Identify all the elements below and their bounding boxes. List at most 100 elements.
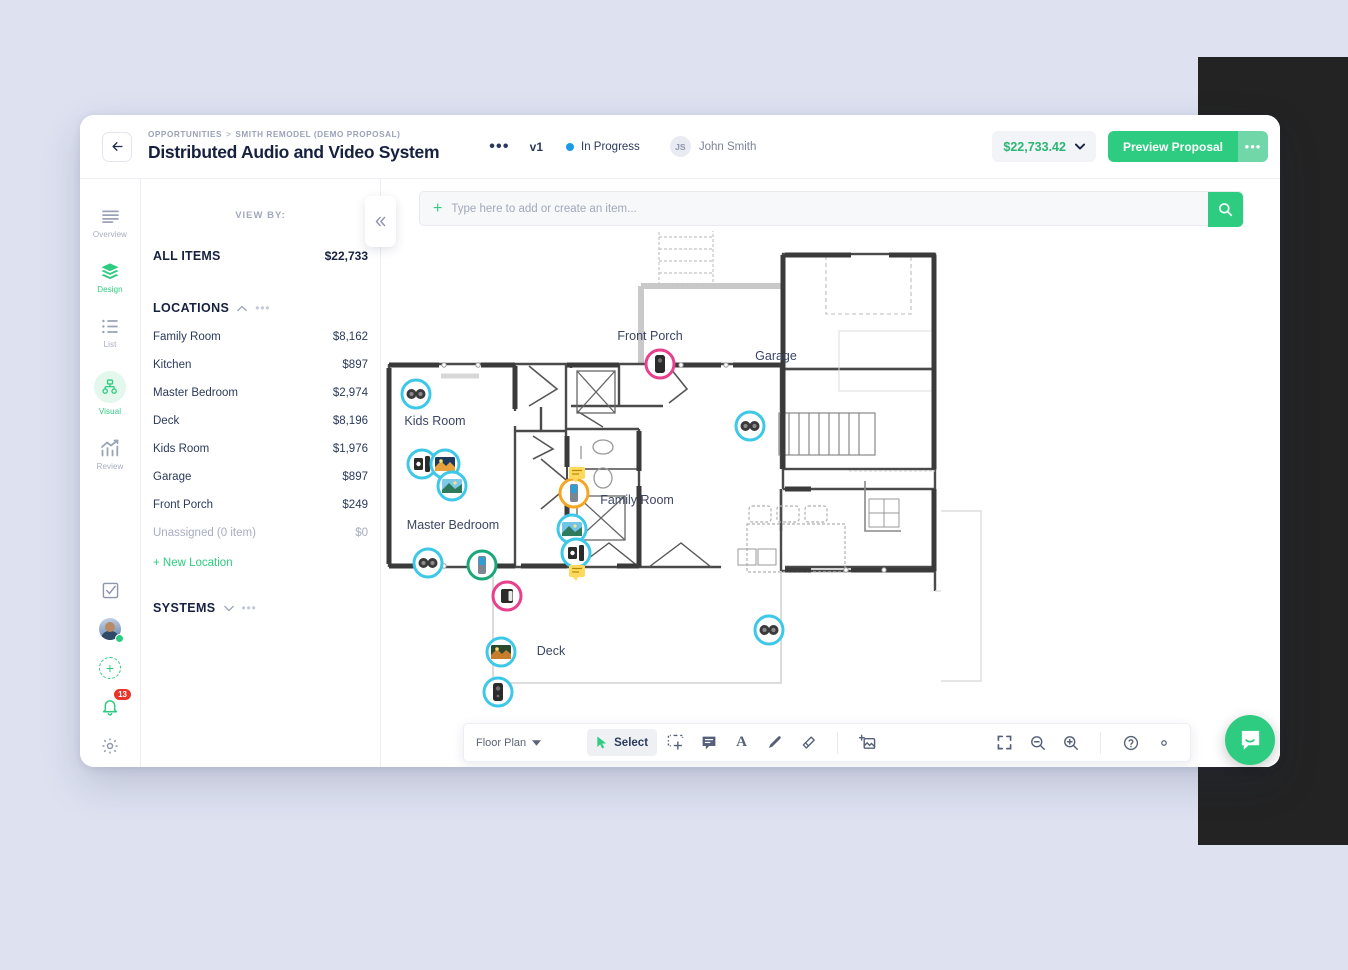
zoom-in-icon [1063, 735, 1078, 750]
tasks-button[interactable] [97, 577, 123, 603]
location-name: Deck [153, 415, 180, 427]
location-row[interactable]: Master Bedroom $2,974 [153, 379, 368, 407]
header-more-button[interactable]: ••• [489, 138, 509, 155]
chevron-down-icon[interactable] [223, 605, 234, 612]
breadcrumb-root[interactable]: OPPORTUNITIES [148, 130, 222, 139]
location-row[interactable]: Kids Room $1,976 [153, 435, 368, 463]
comment-tool-button[interactable] [694, 729, 723, 756]
owner-name: John Smith [698, 140, 757, 153]
locations-more-button[interactable]: ••• [255, 302, 270, 314]
add-user-button[interactable]: + [97, 655, 123, 681]
marker-keypad[interactable] [558, 477, 590, 509]
arrow-left-icon [111, 142, 123, 151]
systems-more-button[interactable]: ••• [242, 602, 257, 614]
rail-item-review[interactable]: Review [80, 427, 140, 482]
marker-tv[interactable] [436, 470, 468, 502]
version-label[interactable]: v1 [530, 140, 543, 154]
all-items-row[interactable]: ALL ITEMS $22,733 [153, 243, 368, 263]
location-row-unassigned[interactable]: Unassigned (0 item) $0 [153, 519, 368, 547]
marker-speaker-pair[interactable] [753, 614, 785, 646]
location-row[interactable]: Front Porch $249 [153, 491, 368, 519]
location-row[interactable]: Family Room $8,162 [153, 323, 368, 351]
breadcrumb-parent[interactable]: SMITH REMODEL (DEMO PROPOSAL) [235, 130, 400, 139]
locations-section-header[interactable]: LOCATIONS ••• [153, 301, 368, 315]
search-button[interactable] [1208, 192, 1243, 227]
add-image-tool-button[interactable] [853, 729, 882, 756]
marker-speaker-pair[interactable] [412, 547, 444, 579]
preview-more-button[interactable]: ••• [1238, 131, 1268, 162]
comment-icon [702, 736, 715, 749]
new-location-button[interactable]: + New Location [153, 547, 368, 569]
chevron-down-icon [1074, 143, 1085, 150]
systems-section-header[interactable]: SYSTEMS ••• [153, 601, 368, 615]
rail-item-list[interactable]: List [80, 305, 140, 360]
design-canvas[interactable]: + Type here to add or create an item... … [381, 179, 1280, 767]
marquee-add-tool-button[interactable] [661, 729, 690, 756]
marker-keypad[interactable] [466, 549, 498, 581]
marker-av-receiver[interactable] [560, 537, 592, 569]
breadcrumb-separator: > [226, 130, 232, 139]
canvas-settings-button[interactable] [1149, 729, 1178, 756]
layer-select-dropdown[interactable]: Floor Plan [476, 737, 542, 749]
location-price: $2,974 [332, 387, 368, 399]
location-name: Kitchen [153, 359, 192, 371]
image-add-icon [859, 734, 876, 749]
gear-icon [102, 738, 118, 754]
eraser-tool-button[interactable] [793, 729, 822, 756]
collapse-panel-button[interactable] [365, 196, 396, 247]
marker-speaker-pair[interactable] [400, 378, 432, 410]
intercom-launcher-button[interactable] [1225, 715, 1275, 765]
window-marks [441, 362, 887, 573]
online-status-dot [115, 634, 124, 643]
preview-proposal-button[interactable]: Preview Proposal [1107, 131, 1238, 162]
cursor-icon [597, 736, 607, 749]
floor-plan-viewport[interactable]: Front Porch Garage Kids Room Family Room… [381, 231, 1280, 767]
fit-screen-button[interactable] [990, 729, 1019, 756]
location-price: $249 [342, 499, 368, 511]
rail-bottom-group: + 13 [80, 577, 140, 767]
zoom-out-button[interactable] [1023, 729, 1052, 756]
caret-down-icon [532, 739, 542, 746]
location-row[interactable]: Kitchen $897 [153, 351, 368, 379]
status-badge[interactable]: In Progress [566, 141, 640, 153]
user-presence-button[interactable] [97, 616, 124, 643]
tool-buttons-group: Select A [587, 729, 882, 756]
add-item-search-bar[interactable]: + [419, 191, 1244, 227]
toolbar-divider-right [1100, 731, 1101, 754]
rail-item-overview[interactable]: Overview [80, 195, 140, 250]
help-button[interactable] [1116, 729, 1145, 756]
lines-icon [100, 206, 120, 226]
bell-icon [102, 700, 118, 716]
zoom-in-button[interactable] [1056, 729, 1085, 756]
visual-icon-circle [94, 371, 126, 403]
location-name: Master Bedroom [153, 387, 239, 399]
location-row[interactable]: Deck $8,196 [153, 407, 368, 435]
avatar: JS [669, 136, 691, 157]
walls-group [387, 231, 982, 684]
marker-doorbell[interactable] [644, 348, 676, 380]
marker-doorbell[interactable] [491, 580, 523, 612]
location-row[interactable]: Garage $897 [153, 463, 368, 491]
select-tool-button[interactable]: Select [587, 729, 658, 756]
search-input[interactable] [451, 202, 1243, 215]
total-amount-dropdown[interactable]: $22,733.42 [992, 131, 1096, 162]
rail-item-visual[interactable]: Visual [80, 360, 140, 427]
marker-doorbell[interactable] [482, 676, 514, 708]
owner-block[interactable]: JS John Smith [669, 136, 757, 157]
notifications-button[interactable]: 13 [97, 688, 132, 720]
chevron-double-left-icon [375, 216, 386, 227]
text-tool-button[interactable]: A [727, 729, 756, 756]
status-dot-icon [566, 142, 574, 151]
rail-item-design[interactable]: Design [80, 250, 140, 305]
locations-title: LOCATIONS [153, 301, 230, 315]
marker-note-icon[interactable] [569, 565, 585, 581]
room-label-kids-room: Kids Room [404, 414, 465, 428]
pen-tool-button[interactable] [760, 729, 789, 756]
settings-button[interactable] [97, 733, 123, 759]
add-user-icon: + [99, 657, 121, 679]
location-price: $897 [342, 359, 368, 371]
marker-speaker-pair[interactable] [734, 410, 766, 442]
marker-tv-outdoor[interactable] [485, 636, 517, 668]
chevron-up-icon[interactable] [237, 305, 248, 312]
back-button[interactable] [102, 131, 132, 162]
